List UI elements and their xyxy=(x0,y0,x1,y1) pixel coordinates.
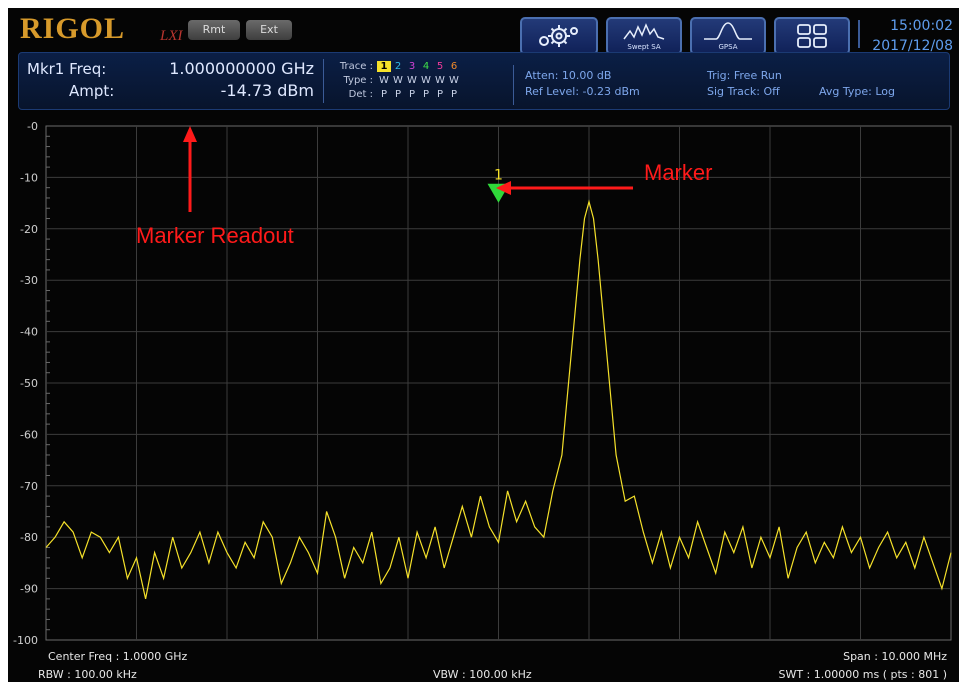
layout-button[interactable] xyxy=(774,17,850,55)
rmt-indicator: Rmt xyxy=(188,20,240,40)
swept-sa-icon xyxy=(623,23,665,40)
y-tick-label: -80 xyxy=(20,531,38,544)
trace-6-num[interactable]: 6 xyxy=(447,61,461,72)
trace-1-type: W xyxy=(379,74,389,86)
y-axis-labels: -0 -10 -20 -30 -40 -50 -60 -70 -80 -90 -100 xyxy=(13,120,38,647)
trace-3-type: W xyxy=(407,74,417,86)
readout-annotation-label: Marker Readout xyxy=(136,223,294,248)
trace-6-type: W xyxy=(449,74,459,86)
trace-types: WWWWWW xyxy=(377,75,461,86)
marker-ampt-value: -14.73 dBm xyxy=(220,81,314,100)
y-tick-label: -20 xyxy=(20,223,38,236)
gpsa-icon xyxy=(704,22,752,40)
trace-3-num[interactable]: 3 xyxy=(405,61,419,72)
center-freq-readout: Center Freq : 1.0000 GHz xyxy=(48,650,188,663)
spectrum-plot[interactable]: -0 -10 -20 -30 -40 -50 -60 -70 -80 -90 -100 1 Mark… xyxy=(8,108,959,682)
trace-4-det: P xyxy=(422,88,430,100)
y-tick-label: -40 xyxy=(20,326,38,339)
marker-freq-value: 1.000000000 GHz xyxy=(169,59,314,78)
rbw-readout: RBW : 100.00 kHz xyxy=(38,668,137,681)
clock-time: 15:00:02 xyxy=(890,18,953,34)
trig-status: Trig: Free Run xyxy=(707,69,782,82)
marker-ampt-label: Ampt: xyxy=(69,82,115,100)
sig-track-status: Sig Track: Off xyxy=(707,85,780,98)
trace-4-num[interactable]: 4 xyxy=(419,61,433,72)
span-readout: Span : 10.000 MHz xyxy=(843,650,947,663)
readout-arrow-head xyxy=(183,126,197,142)
trace-5-type: W xyxy=(435,74,445,86)
swt-readout: SWT : 1.00000 ms ( pts : 801 ) xyxy=(778,668,947,681)
analyzer-screen: RIGOL LXI Rmt Ext Swept SA GPSA 15:00:02… xyxy=(8,8,959,682)
trace-2-num[interactable]: 2 xyxy=(391,61,405,72)
marker-freq-label: Mkr1 Freq: xyxy=(27,60,107,78)
y-tick-label: -0 xyxy=(27,120,38,133)
trace-2-type: W xyxy=(393,74,403,86)
trace-5-det: P xyxy=(436,88,444,100)
trace-detectors: PPPPPP xyxy=(377,89,461,100)
swept-sa-button[interactable]: Swept SA xyxy=(606,17,682,55)
header-divider xyxy=(858,20,860,48)
atten-status: Atten: 10.00 dB xyxy=(525,69,612,82)
lxi-logo: LXI xyxy=(160,28,183,44)
trace-row-label: Trace : xyxy=(339,60,373,72)
y-tick-label: -30 xyxy=(20,274,38,287)
trace-4-type: W xyxy=(421,74,431,86)
y-tick-label: -10 xyxy=(20,171,38,184)
trace-6-det: P xyxy=(450,88,458,100)
trace-3-det: P xyxy=(408,88,416,100)
trace-1-num[interactable]: 1 xyxy=(377,60,391,72)
info-panel: Mkr1 Freq: 1.000000000 GHz Ampt: -14.73 … xyxy=(18,52,950,110)
avg-type-status: Avg Type: Log xyxy=(819,85,895,98)
y-tick-label: -90 xyxy=(20,583,38,596)
ext-indicator: Ext xyxy=(246,20,292,40)
trace-5-num[interactable]: 5 xyxy=(433,61,447,72)
marker-1-number: 1 xyxy=(494,168,503,184)
trace-numbers: 123456 xyxy=(377,60,461,72)
ref-level-status: Ref Level: -0.23 dBm xyxy=(525,85,640,98)
swept-sa-label: Swept SA xyxy=(627,43,661,51)
y-tick-label: -70 xyxy=(20,480,38,493)
settings-button[interactable] xyxy=(520,17,598,55)
y-tick-label: -50 xyxy=(20,377,38,390)
layout-grid-icon xyxy=(797,24,827,48)
panel-divider xyxy=(323,59,324,103)
trace-2-det: P xyxy=(394,88,402,100)
marker-annotation-label: Marker xyxy=(644,160,712,185)
gpsa-button[interactable]: GPSA xyxy=(690,17,766,55)
trace-1-det: P xyxy=(380,88,388,100)
y-tick-label: -60 xyxy=(20,428,38,441)
panel-divider-2 xyxy=(513,65,514,105)
type-row-label: Type : xyxy=(343,74,373,86)
rigol-logo: RIGOL xyxy=(20,12,126,45)
marker-readout-annotation: Marker Readout xyxy=(136,126,294,248)
trace-table: Trace : 123456 Type : WWWWWW Det : PPPPP… xyxy=(329,59,461,101)
y-tick-label: -100 xyxy=(13,634,38,647)
gear-icon xyxy=(539,25,578,47)
vbw-readout: VBW : 100.00 kHz xyxy=(433,668,532,681)
det-row-label: Det : xyxy=(348,88,373,100)
gpsa-label: GPSA xyxy=(718,43,738,51)
